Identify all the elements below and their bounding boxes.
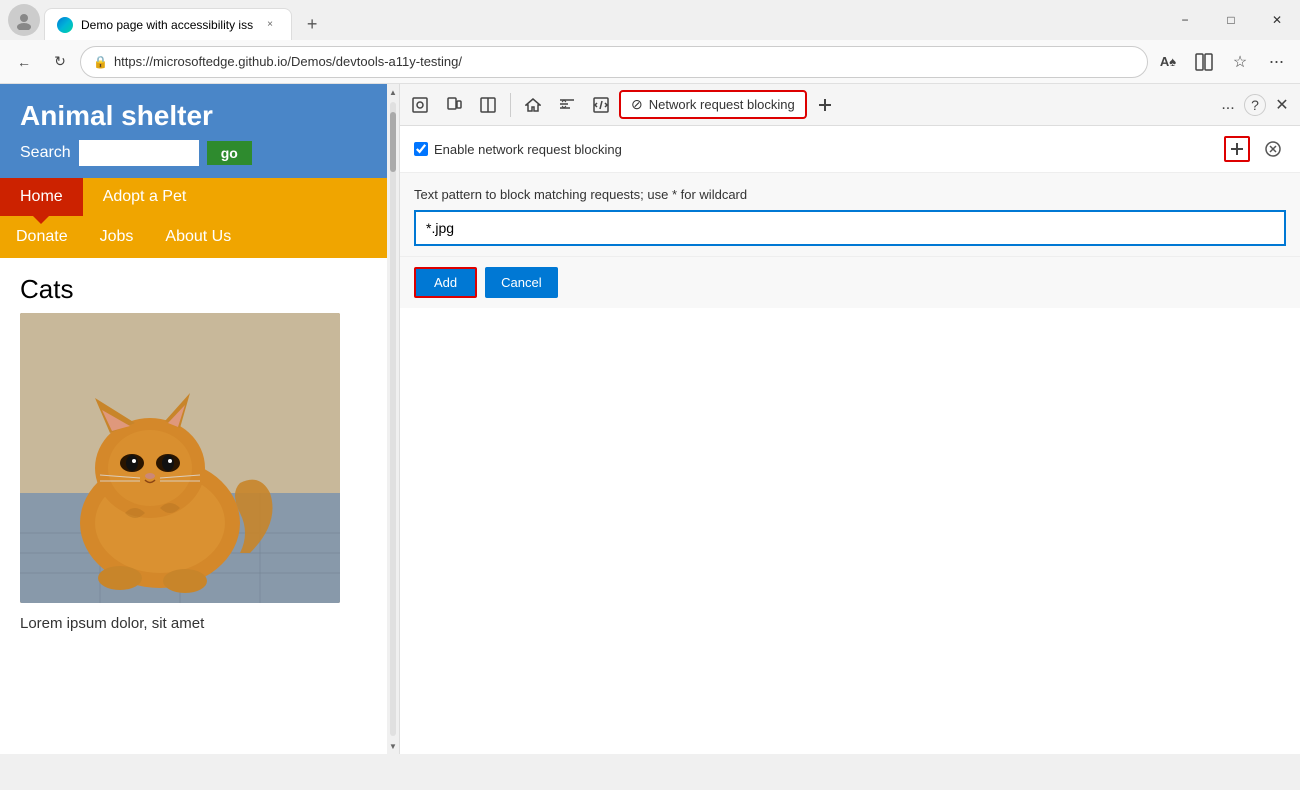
pattern-area: Text pattern to block matching requests;… xyxy=(400,173,1300,257)
scroll-down-arrow[interactable]: ▼ xyxy=(387,738,399,754)
enable-blocking-checkbox[interactable] xyxy=(414,142,428,156)
devtools-blocking-tab[interactable]: ⊘ Network request blocking xyxy=(619,90,807,119)
cancel-button[interactable]: Cancel xyxy=(485,267,557,298)
favorites-button[interactable]: ☆ xyxy=(1224,46,1256,78)
devtools-panel: ⊘ Network request blocking ... ? ✕ Enabl… xyxy=(400,84,1300,754)
devtools-help-button[interactable]: ? xyxy=(1244,94,1266,116)
tab-close-button[interactable]: × xyxy=(261,16,279,34)
window-close-button[interactable]: ✕ xyxy=(1254,0,1300,40)
lock-icon: 🔒 xyxy=(93,55,108,69)
title-bar: Demo page with accessibility iss × + − □… xyxy=(0,0,1300,40)
url-text: https://microsoftedge.github.io/Demos/de… xyxy=(114,54,1135,69)
window-controls: − □ ✕ xyxy=(1162,0,1300,40)
cat-image xyxy=(20,313,340,603)
webpage-scrollbar[interactable]: ▲ ▼ xyxy=(387,84,399,754)
devtools-add-tab-button[interactable] xyxy=(809,89,841,121)
new-tab-button[interactable]: + xyxy=(296,8,328,40)
search-row: Search go xyxy=(20,140,379,166)
action-row: Add Cancel xyxy=(400,257,1300,308)
minimize-button[interactable]: − xyxy=(1162,0,1208,40)
webpage-header: Animal shelter Search go xyxy=(0,84,399,178)
devtools-device-button[interactable] xyxy=(438,89,470,121)
devtools-split-button[interactable] xyxy=(472,89,504,121)
browser-tab-active[interactable]: Demo page with accessibility iss × xyxy=(44,8,292,40)
scroll-thumb[interactable] xyxy=(390,112,396,172)
tab-title: Demo page with accessibility iss xyxy=(81,18,253,32)
title-bar-left xyxy=(8,4,44,36)
maximize-button[interactable]: □ xyxy=(1208,0,1254,40)
add-pattern-icon-button[interactable] xyxy=(1224,136,1250,162)
scroll-track xyxy=(390,102,396,736)
clear-patterns-button[interactable] xyxy=(1260,136,1286,162)
browser-more-button[interactable]: ··· xyxy=(1260,46,1292,78)
pattern-label: Text pattern to block matching requests;… xyxy=(414,187,1286,202)
browser-nav-bar: ← ↻ 🔒 https://microsoftedge.github.io/De… xyxy=(0,40,1300,84)
devtools-home-button[interactable] xyxy=(517,89,549,121)
user-avatar xyxy=(8,4,40,36)
nav-donate-link[interactable]: Donate xyxy=(0,220,84,254)
devtools-more-button[interactable]: ... xyxy=(1214,91,1242,119)
devtools-separator-1 xyxy=(510,93,511,117)
webpage-title: Animal shelter xyxy=(20,100,379,132)
webpage-nav-menu-2: Donate Jobs About Us xyxy=(0,216,399,258)
go-button[interactable]: go xyxy=(207,141,252,165)
nav-adopt-link[interactable]: Adopt a Pet xyxy=(83,178,207,216)
split-screen-button[interactable] xyxy=(1188,46,1220,78)
devtools-elements-button[interactable] xyxy=(551,89,583,121)
main-area: Animal shelter Search go Home Adopt a Pe… xyxy=(0,84,1300,754)
search-input[interactable] xyxy=(79,140,199,166)
webpage-nav-menu: Home Adopt a Pet xyxy=(0,178,399,216)
nav-home-link[interactable]: Home xyxy=(0,178,83,216)
enable-blocking-row: Enable network request blocking xyxy=(400,126,1300,173)
refresh-button[interactable]: ↻ xyxy=(44,46,76,78)
blocking-tab-label: Network request blocking xyxy=(649,97,795,112)
enable-blocking-label[interactable]: Enable network request blocking xyxy=(414,142,622,157)
pattern-input[interactable] xyxy=(414,210,1286,246)
address-bar[interactable]: 🔒 https://microsoftedge.github.io/Demos/… xyxy=(80,46,1148,78)
blocking-tab-icon: ⊘ xyxy=(631,96,643,113)
scroll-up-arrow[interactable]: ▲ xyxy=(387,84,399,100)
section-cats-title: Cats xyxy=(0,258,399,313)
devtools-content: Enable network request blocking Text pat… xyxy=(400,126,1300,754)
webpage-panel: Animal shelter Search go Home Adopt a Pe… xyxy=(0,84,400,754)
nav-about-link[interactable]: About Us xyxy=(149,220,247,254)
nav-jobs-link[interactable]: Jobs xyxy=(84,220,150,254)
add-button[interactable]: Add xyxy=(414,267,477,298)
devtools-source-button[interactable] xyxy=(585,89,617,121)
search-label: Search xyxy=(20,144,71,162)
edge-logo-icon xyxy=(57,17,73,33)
back-button[interactable]: ← xyxy=(8,46,40,78)
devtools-toolbar: ⊘ Network request blocking ... ? ✕ xyxy=(400,84,1300,126)
devtools-inspect-button[interactable] xyxy=(404,89,436,121)
read-aloud-button[interactable]: A♠ xyxy=(1152,46,1184,78)
lorem-text: Lorem ipsum dolor, sit amet xyxy=(0,603,399,644)
devtools-close-button[interactable]: ✕ xyxy=(1268,91,1296,119)
